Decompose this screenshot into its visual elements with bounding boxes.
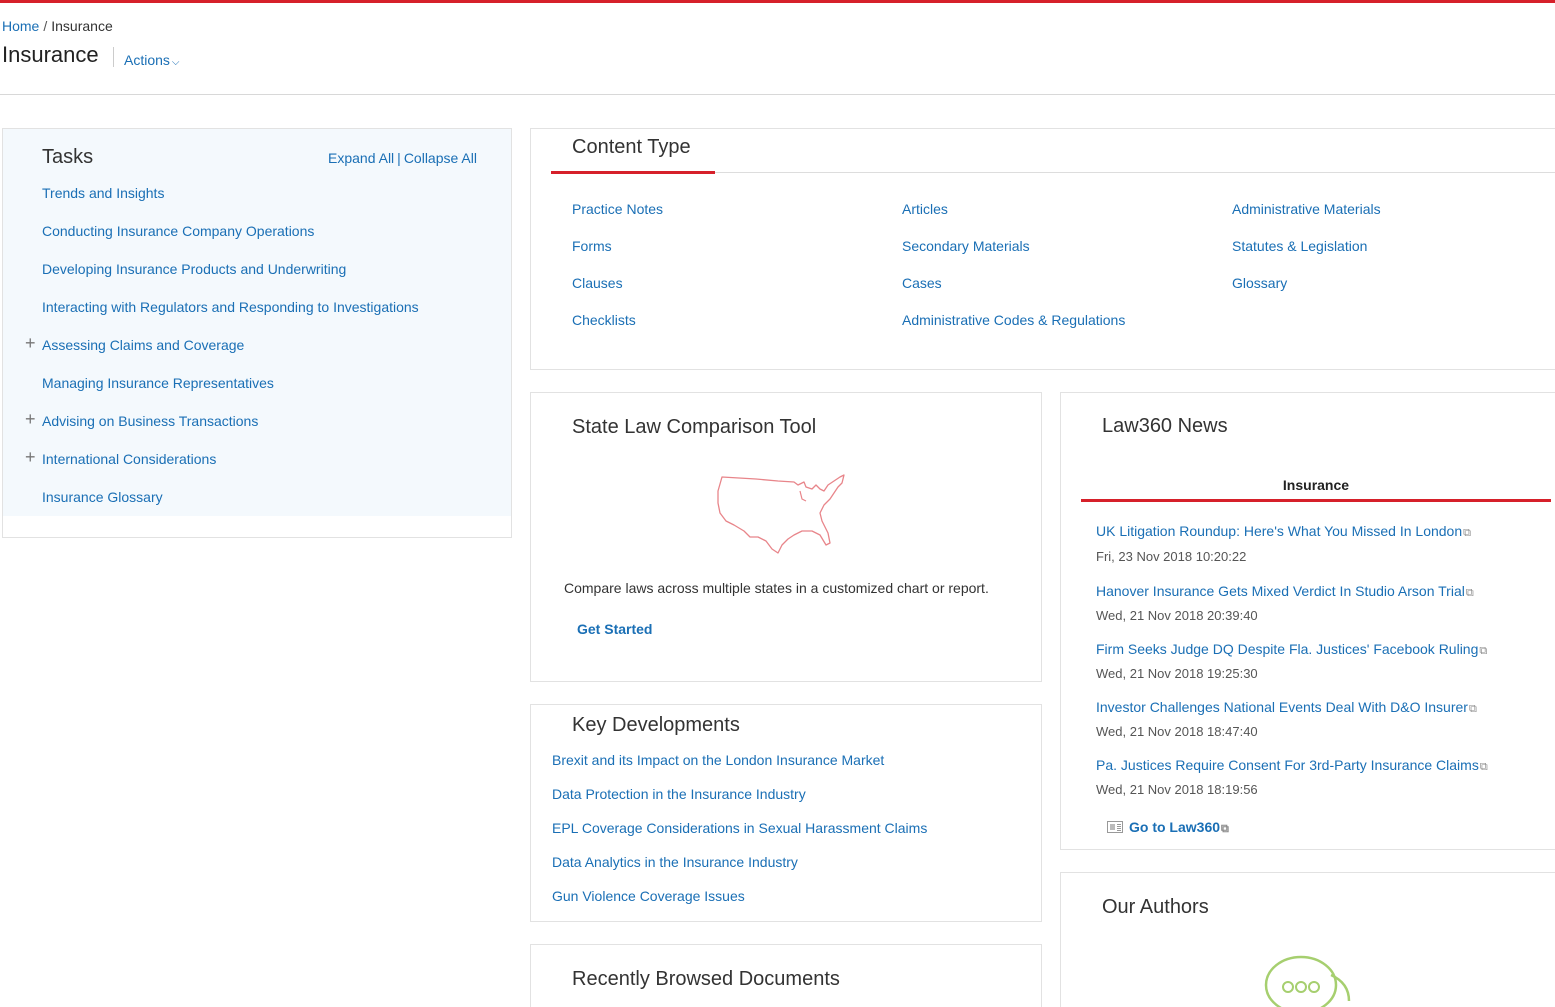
page-title: Insurance [2,42,99,67]
news-title: Pa. Justices Require Consent For 3rd-Par… [1096,757,1479,773]
recently-browsed-title: Recently Browsed Documents [572,968,840,990]
us-map-icon [717,474,845,554]
news-item-link[interactable]: Pa. Justices Require Consent For 3rd-Par… [1096,757,1488,774]
task-item[interactable]: Conducting Insurance Company Operations [42,223,314,239]
expand-all-link[interactable]: Expand All [328,150,394,166]
expand-plus-icon[interactable]: + [25,448,36,466]
header-divider [0,94,1555,95]
content-type-link[interactable]: Secondary Materials [902,238,1030,254]
content-type-link[interactable]: Administrative Materials [1232,201,1381,217]
external-link-icon: ⧉ [1479,645,1488,657]
key-development-link[interactable]: Data Analytics in the Insurance Industry [552,854,798,870]
content-type-panel: Content Type Practice Notes Forms Clause… [530,128,1555,370]
content-type-link[interactable]: Administrative Codes & Regulations [902,312,1125,328]
expand-collapse-divider: | [397,150,401,166]
task-item[interactable]: Trends and Insights [42,185,164,201]
task-item[interactable]: Assessing Claims and Coverage [42,337,244,353]
news-title: Hanover Insurance Gets Mixed Verdict In … [1096,583,1465,599]
news-item-link[interactable]: Investor Challenges National Events Deal… [1096,699,1477,716]
news-title: Firm Seeks Judge DQ Despite Fla. Justice… [1096,641,1479,657]
content-type-link[interactable]: Checklists [572,312,636,328]
task-item[interactable]: Managing Insurance Representatives [42,375,274,391]
content-type-tab-underline [551,171,715,174]
expand-plus-icon[interactable]: + [25,334,36,352]
key-developments-panel: Key Developments Brexit and its Impact o… [530,704,1042,922]
expand-plus-icon[interactable]: + [25,410,36,428]
external-link-icon: ⧉ [1465,587,1474,599]
state-law-panel: State Law Comparison Tool Compare laws a… [530,392,1042,682]
collapse-all-link[interactable]: Collapse All [404,150,477,166]
content-type-title: Content Type [572,136,691,158]
tab-insurance[interactable]: Insurance [1081,477,1551,493]
tasks-panel-body: Tasks Expand All | Collapse All Trends and… [3,129,511,516]
content-type-link[interactable]: Statutes & Legislation [1232,238,1367,254]
go-to-law360-label: Go to Law360 [1129,819,1221,835]
chat-bubble-icon [1264,955,1351,1007]
breadcrumb-home-link[interactable]: Home [2,18,39,34]
news-title: Investor Challenges National Events Deal… [1096,699,1468,715]
chevron-down-icon: ⌵ [171,57,180,68]
task-item[interactable]: Insurance Glossary [42,489,163,505]
breadcrumb-separator: / [43,18,48,34]
news-date: Wed, 21 Nov 2018 19:25:30 [1096,666,1258,681]
tab-underline [1081,499,1551,502]
external-link-icon: ⧉ [1468,703,1477,715]
law360-title: Law360 News [1102,415,1228,437]
content-type-link[interactable]: Glossary [1232,275,1287,291]
task-item[interactable]: Advising on Business Transactions [42,413,258,429]
news-item-link[interactable]: UK Litigation Roundup: Here's What You M… [1096,523,1471,540]
task-item[interactable]: Developing Insurance Products and Underw… [42,261,346,277]
content-type-rule [715,172,1555,173]
task-item[interactable]: Interacting with Regulators and Respondi… [42,299,419,315]
law360-news-panel: Law360 News Insurance UK Litigation Roun… [1060,392,1555,850]
news-date: Fri, 23 Nov 2018 10:20:22 [1096,549,1247,564]
external-link-icon: ⧉ [1479,761,1488,773]
news-date: Wed, 21 Nov 2018 18:47:40 [1096,724,1258,739]
external-link-icon: ⧉ [1221,823,1229,835]
our-authors-panel: Our Authors [1060,872,1555,1007]
breadcrumb-current: Insurance [51,18,113,34]
tasks-expand-controls: Expand All | Collapse All [328,150,477,166]
title-divider [113,47,114,67]
news-date: Wed, 21 Nov 2018 18:19:56 [1096,782,1258,797]
breadcrumb: Home / Insurance [2,18,113,34]
tasks-title: Tasks [42,146,94,168]
news-item-link[interactable]: Firm Seeks Judge DQ Despite Fla. Justice… [1096,641,1487,658]
state-law-title: State Law Comparison Tool [572,416,817,438]
get-started-link[interactable]: Get Started [577,621,652,637]
content-type-link[interactable]: Articles [902,201,948,217]
content-type-link[interactable]: Clauses [572,275,623,291]
key-development-link[interactable]: Gun Violence Coverage Issues [552,888,745,904]
content-type-link[interactable]: Practice Notes [572,201,663,217]
recently-browsed-panel: Recently Browsed Documents [530,944,1042,1007]
key-developments-title: Key Developments [572,714,740,736]
go-to-law360-link[interactable]: Go to Law360⧉ [1107,819,1229,836]
key-development-link[interactable]: Brexit and its Impact on the London Insu… [552,752,884,768]
task-item[interactable]: International Considerations [42,451,216,467]
our-authors-title: Our Authors [1102,896,1209,918]
external-link-icon: ⧉ [1463,527,1471,539]
state-law-description: Compare laws across multiple states in a… [564,580,989,596]
actions-label: Actions [124,52,170,68]
newspaper-icon [1107,821,1123,833]
news-item-link[interactable]: Hanover Insurance Gets Mixed Verdict In … [1096,583,1474,600]
actions-dropdown[interactable]: Actions ⌵ [124,52,180,68]
content-type-link[interactable]: Forms [572,238,612,254]
news-date: Wed, 21 Nov 2018 20:39:40 [1096,608,1258,623]
top-accent-bar [0,0,1555,3]
content-type-link[interactable]: Cases [902,275,942,291]
tasks-panel: Tasks Expand All | Collapse All Trends and… [2,128,512,538]
news-title: UK Litigation Roundup: Here's What You M… [1096,523,1463,539]
key-development-link[interactable]: EPL Coverage Considerations in Sexual Ha… [552,820,927,836]
key-development-link[interactable]: Data Protection in the Insurance Industr… [552,786,806,802]
